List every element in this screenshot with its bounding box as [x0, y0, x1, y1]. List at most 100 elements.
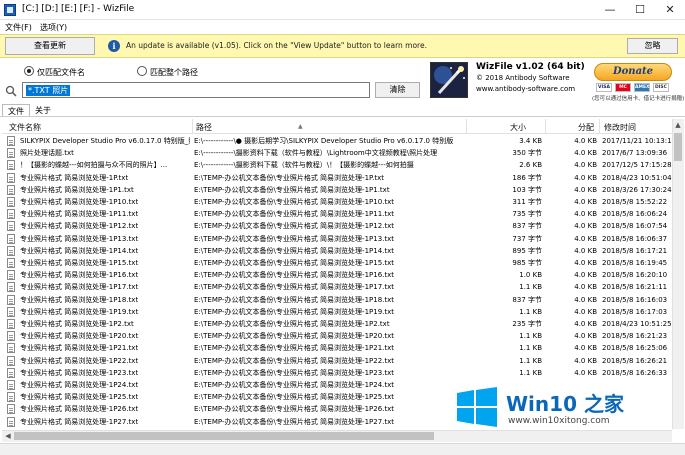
sort-ascending-icon: ▲ [298, 123, 303, 130]
website-link[interactable]: www.antibody-software.com [476, 85, 575, 93]
file-alloc-cell: 4.0 KB [574, 271, 597, 280]
app-icon [4, 4, 16, 16]
file-modified-cell: 2018/5/8 16:16:03 [602, 295, 668, 304]
vertical-scrollbar[interactable] [672, 119, 684, 429]
table-row[interactable]: 专业照片格式 简易浏览处理-1P11.txt E:\TEMP-办公机文本备份\专业… [2, 208, 672, 220]
file-size-cell: 1.1 KB [519, 368, 542, 377]
table-row[interactable]: 专业照片格式 简易浏览处理-1P12.txt E:\TEMP-办公机文本备份\专业… [2, 220, 672, 232]
file-results-table: 文件名称 路径 ▲ 大小 分配 修改时间 SILKYPIX Developer … [2, 119, 672, 429]
visa-card-icon: VISA [596, 83, 612, 92]
file-name-cell: 专业照片格式 简易浏览处理-1P15.txt [20, 259, 139, 267]
text-file-icon [7, 319, 15, 329]
table-row[interactable]: 专业照片格式 简易浏览处理-1P1.txt E:\TEMP-办公机文本备份\专业照… [2, 184, 672, 196]
radio-filename-only-label[interactable]: 仅匹配文件名 [37, 67, 85, 78]
file-name-cell: 专业照片格式 简易浏览处理-1P22.txt [20, 356, 139, 365]
table-row[interactable]: 专业照片格式 简易浏览处理-1P14.txt E:\TEMP-办公机文本备份\专业… [2, 245, 672, 257]
table-row[interactable]: 专业照片格式 简易浏览处理-1P.txt E:\TEMP-办公机文本备份\专业照片… [2, 172, 672, 184]
column-header-alloc[interactable]: 分配 [578, 122, 594, 133]
table-row[interactable]: 专业照片格式 简易浏览处理-1P23.txt E:\TEMP-办公机文本备份\专业… [2, 367, 672, 379]
column-separator[interactable] [545, 119, 546, 134]
file-path-cell: E:\TEMP-办公机文本备份\专业照片格式 简易浏览处理-1P1.txt [194, 185, 390, 194]
amex-card-icon: AMEX [634, 83, 650, 92]
table-row[interactable]: 专业照片格式 简易浏览处理-1P17.txt E:\TEMP-办公机文本备份\专业… [2, 281, 672, 293]
file-alloc-cell: 4.0 KB [574, 222, 597, 231]
file-path-cell: E:\TEMP-办公机文本备份\专业照片格式 简易浏览处理-1P25.txt [194, 393, 395, 402]
file-alloc-cell: 4.0 KB [574, 137, 597, 145]
file-path-cell: E:\TEMP-办公机文本备份\专业照片格式 简易浏览处理-1P16.txt [194, 271, 395, 280]
window-title: [C:] [D:] [E:] [F:] - WizFile [22, 4, 135, 14]
file-modified-cell: 2018/5/8 16:26:21 [602, 356, 668, 365]
table-row[interactable]: 专业照片格式 简易浏览处理-1P18.txt E:\TEMP-办公机文本备份\专业… [2, 294, 672, 306]
file-path-cell: E:\TEMP-办公机文本备份\专业照片格式 简易浏览处理-1P14.txt [194, 246, 395, 255]
vertical-scroll-thumb[interactable] [674, 133, 682, 161]
radio-filename-only[interactable] [24, 66, 34, 76]
file-name-cell: 专业照片格式 简易浏览处理-1P13.txt [20, 234, 139, 243]
table-row[interactable]: 专业照片格式 简易浏览处理-1P22.txt E:\TEMP-办公机文本备份\专业… [2, 355, 672, 367]
file-size-cell: 737 字节 [512, 234, 542, 243]
scroll-up-arrow-icon[interactable]: ▲ [672, 119, 684, 131]
table-row[interactable]: 专业照片格式 简易浏览处理-1P16.txt E:\TEMP-办公机文本备份\专业… [2, 269, 672, 281]
column-header-size[interactable]: 大小 [510, 122, 526, 133]
table-row[interactable]: 专业照片格式 简易浏览处理-1P19.txt E:\TEMP-办公机文本备份\专业… [2, 306, 672, 318]
horizontal-scroll-thumb[interactable] [14, 432, 434, 440]
menu-options[interactable]: 选项(Y) [40, 22, 67, 33]
radio-full-path-label[interactable]: 匹配整个路径 [150, 67, 198, 78]
file-path-cell: E:\------------\摄影资料下载（软件与教程）\！【摄影的蝶越---… [194, 161, 414, 170]
table-row[interactable]: 照片处理话题.txt E:\------------\摄影资料下载（软件与教程）\… [2, 147, 672, 159]
table-row[interactable]: 专业照片格式 简易浏览处理-1P20.txt E:\TEMP-办公机文本备份\专业… [2, 330, 672, 342]
file-name-cell: 专业照片格式 简易浏览处理-1P14.txt [20, 246, 139, 255]
file-alloc-cell: 4.0 KB [574, 246, 597, 255]
table-row[interactable]: 专业照片格式 简易浏览处理-1P13.txt E:\TEMP-办公机文本备份\专业… [2, 233, 672, 245]
file-size-cell: 837 字节 [512, 222, 542, 231]
file-size-cell: 837 字节 [512, 295, 542, 304]
file-size-cell: 985 字节 [512, 259, 542, 267]
file-alloc-cell: 4.0 KB [574, 344, 597, 353]
file-name-cell: 专业照片格式 简易浏览处理-1P26.txt [20, 405, 139, 414]
scroll-left-arrow-icon[interactable]: ◀ [2, 430, 14, 442]
table-row[interactable]: 专业照片格式 简易浏览处理-1P2.txt E:\TEMP-办公机文本备份\专业照… [2, 318, 672, 330]
minimize-button[interactable]: — [595, 0, 625, 20]
file-path-cell: E:\TEMP-办公机文本备份\专业照片格式 简易浏览处理-1P12.txt [194, 222, 395, 231]
table-row[interactable]: SILKYPIX Developer Studio Pro v6.0.17.0 … [2, 135, 672, 147]
column-separator[interactable] [599, 119, 600, 134]
column-separator[interactable] [192, 119, 193, 134]
file-size-cell: 895 字节 [512, 246, 542, 255]
search-input[interactable]: *.TXT 照片 [22, 82, 370, 98]
text-file-icon [7, 416, 15, 427]
file-alloc-cell: 4.0 KB [574, 259, 597, 267]
ignore-button[interactable]: 忽略 [627, 38, 678, 54]
file-size-cell: 1.0 KB [519, 271, 542, 280]
copyright-text: © 2018 Antibody Software [476, 74, 570, 82]
close-button[interactable]: ✕ [655, 0, 685, 20]
file-name-cell: 专业照片格式 简易浏览处理-1P27.txt [20, 417, 139, 426]
column-header-modified[interactable]: 修改时间 [604, 122, 636, 133]
file-path-cell: E:\------------\摄影资料下载（软件与教程）\Lightroom中… [194, 149, 438, 158]
file-path-cell: E:\TEMP-办公机文本备份\专业照片格式 简易浏览处理-1P20.txt [194, 332, 395, 341]
file-name-cell: 专业照片格式 简易浏览处理-1P1.txt [20, 185, 134, 194]
radio-full-path[interactable] [137, 66, 147, 76]
column-separator[interactable] [466, 119, 467, 134]
text-file-icon [7, 136, 15, 146]
file-modified-cell: 2018/5/8 16:17:03 [602, 307, 668, 316]
file-alloc-cell: 4.0 KB [574, 210, 597, 219]
text-file-icon [7, 197, 15, 207]
file-size-cell: 1.1 KB [519, 332, 542, 341]
column-header-name[interactable]: 文件名称 [9, 122, 41, 133]
menu-file[interactable]: 文件(F) [5, 22, 32, 33]
table-row[interactable]: ！【摄影的蝶越---如何拍摄与众不同的照片】... E:\------------… [2, 159, 672, 171]
table-row[interactable]: 专业照片格式 简易浏览处理-1P15.txt E:\TEMP-办公机文本备份\专业… [2, 257, 672, 269]
column-header-path[interactable]: 路径 [196, 122, 212, 133]
file-path-cell: E:\TEMP-办公机文本备份\专业照片格式 简易浏览处理-1P2.txt [194, 320, 390, 328]
search-icon [5, 85, 17, 97]
payment-cards: VISA MC AMEX DISC [596, 83, 670, 92]
file-name-cell: 专业照片格式 简易浏览处理-1P19.txt [20, 307, 139, 316]
file-size-cell: 2.6 KB [519, 161, 542, 170]
view-update-button[interactable]: 查看更新 [5, 37, 95, 55]
file-alloc-cell: 4.0 KB [574, 332, 597, 341]
table-row[interactable]: 专业照片格式 简易浏览处理-1P10.txt E:\TEMP-办公机文本备份\专业… [2, 196, 672, 208]
table-row[interactable]: 专业照片格式 简易浏览处理-1P21.txt E:\TEMP-办公机文本备份\专业… [2, 342, 672, 354]
maximize-button[interactable]: ☐ [625, 0, 655, 20]
donate-button[interactable]: Donate [594, 63, 672, 81]
file-name-cell: 专业照片格式 简易浏览处理-1P24.txt [20, 381, 139, 389]
clear-button[interactable]: 清除 [375, 82, 420, 98]
